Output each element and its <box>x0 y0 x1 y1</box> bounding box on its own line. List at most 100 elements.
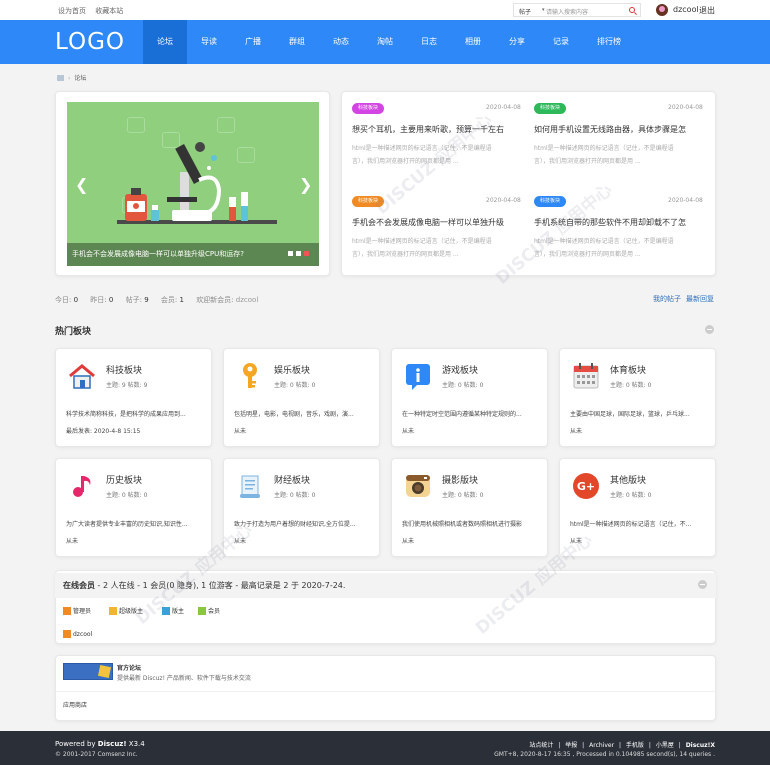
footer-link-blacklist[interactable]: 小黑屋 <box>656 742 674 749</box>
legend-label: 超级版主 <box>119 608 144 615</box>
member-icon <box>198 607 206 615</box>
forum-card[interactable]: 摄影版块 主题: 0 帖数: 0 我们使用机械照相机或者数码照相机进行摄影 从未 <box>391 458 548 557</box>
online-title-label[interactable]: 在线会员 <box>63 581 95 590</box>
forum-stats: 主题: 0 帖数: 0 <box>106 492 148 499</box>
forum-name[interactable]: 历史板块 <box>106 473 142 486</box>
nav-item-share[interactable]: 分享 <box>501 20 533 64</box>
nav-item-record[interactable]: 记录 <box>545 20 577 64</box>
forum-name[interactable]: 其他版块 <box>610 473 646 486</box>
avatar[interactable] <box>656 4 668 16</box>
forum-desc: 包括明星，电影，电视剧，音乐，戏剧，演... <box>234 411 354 418</box>
slider-prev-icon[interactable]: ❮ <box>75 175 88 194</box>
collapse-icon[interactable] <box>705 325 714 334</box>
footer-link-stats[interactable]: 站点统计 <box>529 742 553 749</box>
legend-label: 版主 <box>172 608 185 615</box>
nav-item-feed[interactable]: 动态 <box>325 20 357 64</box>
forum-name[interactable]: 财经板块 <box>274 473 310 486</box>
news-title[interactable]: 想买个耳机，主要用来听歌，预算一千左右 <box>352 124 524 135</box>
forum-name[interactable]: 摄影版块 <box>442 473 478 486</box>
link-title[interactable]: 官方论坛 <box>117 663 141 672</box>
news-item[interactable]: 科技板块 2020-04-08 想买个耳机，主要用来听歌，预算一千左右 html… <box>352 103 522 173</box>
forum-name[interactable]: 娱乐板块 <box>274 363 310 376</box>
slider-dot[interactable] <box>288 251 293 256</box>
slider-caption[interactable]: 手机会不会发展成像电脑一样可以单独升级CPU和运存? <box>67 243 319 266</box>
news-tag[interactable]: 科技板块 <box>534 103 567 114</box>
forum-last-post[interactable]: 从未 <box>402 536 414 545</box>
forum-name[interactable]: 科技板块 <box>106 363 142 376</box>
news-title[interactable]: 如何用手机设置无线路由器，具体步骤是怎 <box>534 124 702 135</box>
forum-card[interactable]: 游戏板块 主题: 0 帖数: 0 在一种特定时空范围内遵循某种特定规则的... … <box>391 348 548 447</box>
news-tag[interactable]: 科技板块 <box>534 196 567 207</box>
quick-links: 我的帖子 最新回复 <box>648 294 714 304</box>
forum-name[interactable]: 体育板块 <box>610 363 646 376</box>
slider-dot-active[interactable] <box>304 251 309 256</box>
username-link[interactable]: dzcool <box>673 5 699 14</box>
footer-link-archiver[interactable]: Archiver <box>589 742 614 749</box>
forum-desc: 在一种特定时空范围内遵循某种特定规则的... <box>402 411 522 418</box>
my-posts-link[interactable]: 我的帖子 <box>653 295 681 303</box>
forum-last-post[interactable]: 从未 <box>570 426 582 435</box>
nav-item-collection[interactable]: 淘帖 <box>369 20 401 64</box>
latest-replies-link[interactable]: 最新回复 <box>686 295 714 303</box>
breadcrumb-current[interactable]: 论坛 <box>74 75 86 82</box>
news-tag[interactable]: 科技板块 <box>352 103 385 114</box>
hot-forums-title: 热门板块 <box>55 327 92 337</box>
forum-last-post[interactable]: 从未 <box>66 536 78 545</box>
super-mod-icon <box>109 607 117 615</box>
forum-last-post[interactable]: 从未 <box>234 536 246 545</box>
site-logo[interactable]: LOGO <box>55 29 125 55</box>
set-home-link[interactable]: 设为首页 <box>58 7 86 15</box>
news-title[interactable]: 手机系统自带的那些软件不用却卸载不了怎 <box>534 217 702 228</box>
footer-link-discuzx[interactable]: Discuz!X <box>686 742 715 749</box>
search-icon[interactable] <box>629 7 635 13</box>
search-box[interactable]: 帖子 ▾ 请输入搜索内容 <box>513 3 641 17</box>
forum-card[interactable]: 历史板块 主题: 0 帖数: 0 为广大读者提供专业丰富的历史知识,知识性...… <box>55 458 212 557</box>
admin-icon <box>63 607 71 615</box>
newest-member-link[interactable]: dzcool <box>236 296 258 304</box>
slider-dot[interactable] <box>296 251 301 256</box>
discuz-logo[interactable] <box>63 663 113 680</box>
news-item[interactable]: 科技板块 2020-04-08 手机系统自带的那些软件不用却卸载不了怎 html… <box>534 196 704 266</box>
news-item[interactable]: 科技板块 2020-04-08 如何用手机设置无线路由器，具体步骤是怎 html… <box>534 103 704 173</box>
news-item[interactable]: 科技板块 2020-04-08 手机会不会发展成像电脑一样可以单独升级 html… <box>352 196 522 266</box>
forum-card[interactable]: G+ 其他版块 主题: 0 帖数: 0 html是一种描述网页的标记语言（记住，… <box>559 458 716 557</box>
nav-item-ranking[interactable]: 排行榜 <box>589 20 629 64</box>
chevron-right-icon: › <box>68 75 71 82</box>
online-username[interactable]: dzcool <box>73 631 92 638</box>
news-title[interactable]: 手机会不会发展成像电脑一样可以单独升级 <box>352 217 524 228</box>
online-detail: - 2 人在线 - 1 会员(0 隐身), 1 位游客 - 最高记录是 2 于 … <box>95 581 346 590</box>
forum-card[interactable]: 娱乐板块 主题: 0 帖数: 0 包括明星，电影，电视剧，音乐，戏剧，演... … <box>223 348 380 447</box>
footer-link-report[interactable]: 举报 <box>565 742 577 749</box>
nav-item-album[interactable]: 相册 <box>457 20 489 64</box>
footer-link-mobile[interactable]: 手机版 <box>626 742 644 749</box>
nav-item-groups[interactable]: 群组 <box>281 20 313 64</box>
search-type-select[interactable]: 帖子 <box>519 7 531 16</box>
nav-item-guide[interactable]: 导读 <box>193 20 225 64</box>
logout-link[interactable]: 退出 <box>699 5 715 16</box>
forum-card[interactable]: 科技板块 主题: 9 帖数: 9 科学技术简称科技，是把科学的成果应用到... … <box>55 348 212 447</box>
online-title: 在线会员 - 2 人在线 - 1 会员(0 隐身), 1 位游客 - 最高记录是… <box>63 580 345 591</box>
forum-card[interactable]: 体育板块 主题: 0 帖数: 0 主要由中国足球，国际足球，篮球，乒乓球... … <box>559 348 716 447</box>
slider-next-icon[interactable]: ❯ <box>299 175 312 194</box>
home-icon[interactable] <box>57 75 64 81</box>
nav-item-blog[interactable]: 日志 <box>413 20 445 64</box>
forum-last-post[interactable]: 从未 <box>570 536 582 545</box>
forum-last-post[interactable]: 从未 <box>234 426 246 435</box>
forum-card[interactable]: 财经板块 主题: 0 帖数: 0 致力于打造为用户着想的财经知识,全方位提...… <box>223 458 380 557</box>
nav-item-broadcast[interactable]: 广播 <box>237 20 269 64</box>
online-user[interactable]: dzcool <box>63 630 92 638</box>
chevron-down-icon[interactable]: ▾ <box>542 7 545 13</box>
news-desc-line: 言），我们用浏览器打开的网页都是用 ... <box>352 251 459 258</box>
search-input[interactable]: 请输入搜索内容 <box>546 7 588 16</box>
news-tag[interactable]: 科技板块 <box>352 196 385 207</box>
nav-item-forum[interactable]: 论坛 <box>143 20 187 64</box>
forum-last-post[interactable]: 最后发表: 2020-4-8 15:15 <box>66 426 140 435</box>
forum-last-post[interactable]: 从未 <box>402 426 414 435</box>
bookmark-link[interactable]: 收藏本站 <box>95 7 123 15</box>
powered-name[interactable]: Discuz! <box>98 740 127 748</box>
image-slider[interactable]: ❮ ❯ 手机会不会发展成像电脑一样可以单独升级CPU和运存? <box>67 102 319 266</box>
forum-name[interactable]: 游戏板块 <box>442 363 478 376</box>
collapse-icon[interactable] <box>698 580 707 589</box>
forum-desc: html是一种描述网页的标记语言（记住，不... <box>570 521 692 528</box>
app-store-link[interactable]: 应用商店 <box>63 700 87 709</box>
